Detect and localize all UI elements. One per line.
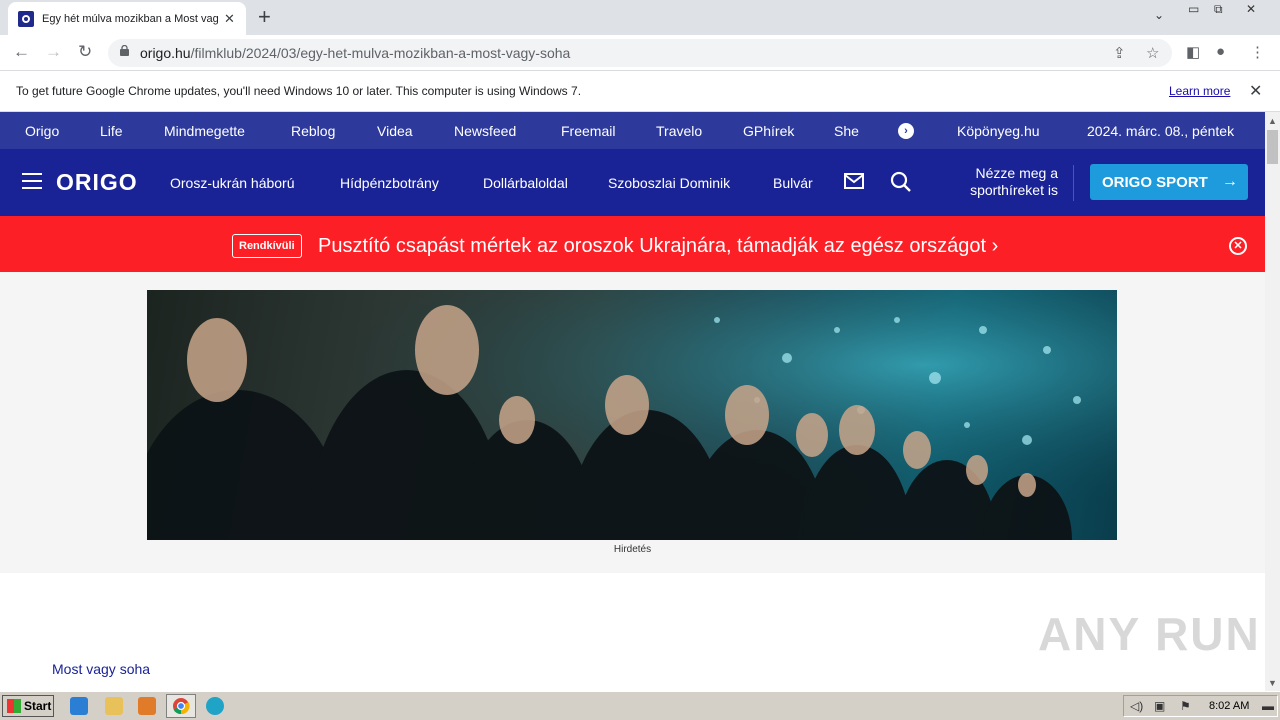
- tab-search-icon[interactable]: ⌄: [1154, 8, 1164, 22]
- topnav-item-freemail[interactable]: Freemail: [561, 123, 615, 139]
- origo-sport-label: ORIGO SPORT: [1102, 173, 1208, 191]
- mainnav-item-dollar-left[interactable]: Dollárbaloldal: [483, 175, 568, 191]
- topnav-date: 2024. márc. 08., péntek: [1087, 123, 1235, 139]
- start-button[interactable]: Start: [2, 695, 54, 717]
- window-close-icon[interactable]: ✕: [1246, 2, 1256, 16]
- ad-image-cinema-audience[interactable]: [147, 290, 1117, 540]
- web-page: Origo Life Mindmegette Reblog Videa News…: [0, 112, 1265, 691]
- system-tray: ◁) ▣ ⚑ ▬: [1123, 695, 1278, 717]
- internet-explorer-icon[interactable]: [70, 697, 88, 715]
- update-infobar: To get future Google Chrome updates, you…: [0, 71, 1280, 112]
- show-desktop-icon[interactable]: ▬: [1262, 699, 1274, 713]
- breaking-news-bar[interactable]: Rendkívüli Pusztító csapást mértek az or…: [0, 216, 1265, 272]
- topnav-item-life[interactable]: Life: [100, 123, 123, 139]
- new-tab-icon[interactable]: +: [258, 6, 271, 28]
- breaking-badge: Rendkívüli: [232, 234, 302, 258]
- hamburger-menu-icon[interactable]: [22, 173, 42, 189]
- taskbar-clock[interactable]: 8:02 AM: [1209, 700, 1249, 712]
- chrome-taskbar-button[interactable]: [166, 694, 196, 718]
- breaking-close-icon[interactable]: ✕: [1229, 237, 1247, 255]
- restore-icon[interactable]: ⧉: [1214, 2, 1223, 17]
- topnav-item-reblog[interactable]: Reblog: [291, 123, 335, 139]
- mainnav-item-war[interactable]: Orosz-ukrán háború: [170, 175, 295, 191]
- tab-strip: Egy hét múlva mozikban a Most vagy soha …: [0, 0, 1280, 35]
- browser-toolbar: ← → ↻ origo.hu/filmklub/2024/03/egy-het-…: [0, 35, 1280, 71]
- nav-divider: [1073, 165, 1074, 201]
- action-center-flag-icon[interactable]: ⚑: [1180, 699, 1191, 713]
- mainnav-item-bridge-scandal[interactable]: Hídpénzbotrány: [340, 175, 439, 191]
- topnav-item-mindmegette[interactable]: Mindmegette: [164, 123, 245, 139]
- ad-zone: Hirdetés: [0, 272, 1265, 573]
- lock-icon: [120, 45, 129, 56]
- arrow-right-icon: →: [1221, 173, 1238, 190]
- scroll-thumb[interactable]: [1267, 130, 1278, 164]
- scroll-up-icon[interactable]: ▲: [1268, 116, 1277, 126]
- start-label: Start: [24, 699, 52, 713]
- main-nav: ORIGO Orosz-ukrán háború Hídpénzbotrány …: [0, 149, 1265, 216]
- menu-kebab-icon[interactable]: ⋮: [1250, 43, 1265, 61]
- search-icon[interactable]: [890, 171, 912, 193]
- tab-close-icon[interactable]: ✕: [224, 11, 235, 27]
- breaking-headline[interactable]: Pusztító csapást mértek az oroszok Ukraj…: [318, 235, 998, 258]
- page-scrollbar[interactable]: ▲ ▼: [1265, 112, 1280, 691]
- origo-favicon-icon: [18, 10, 34, 27]
- forward-icon[interactable]: →: [45, 42, 62, 62]
- media-player-icon[interactable]: [138, 697, 156, 715]
- windows-logo-icon: [7, 699, 21, 713]
- infobar-close-icon[interactable]: ✕: [1249, 81, 1262, 101]
- topnav-item-origo[interactable]: Origo: [25, 123, 59, 139]
- sport-promo-text: Nézze meg a sporthíreket is: [970, 165, 1058, 198]
- side-panel-icon[interactable]: ◧: [1186, 43, 1200, 61]
- profile-icon[interactable]: ●: [1216, 43, 1225, 60]
- topnav-item-videa[interactable]: Videa: [377, 123, 413, 139]
- origo-logo[interactable]: ORIGO: [56, 169, 138, 196]
- learn-more-link[interactable]: Learn more: [1169, 84, 1230, 98]
- topnav-item-she[interactable]: She: [834, 123, 859, 139]
- mail-icon[interactable]: [844, 173, 864, 189]
- portal-top-nav: Origo Life Mindmegette Reblog Videa News…: [0, 112, 1265, 149]
- address-bar[interactable]: origo.hu/filmklub/2024/03/egy-het-mulva-…: [108, 39, 1172, 67]
- topnav-item-kopenyeg[interactable]: Köpönyeg.hu: [957, 123, 1040, 139]
- file-explorer-icon[interactable]: [105, 697, 123, 715]
- topnav-item-newsfeed[interactable]: Newsfeed: [454, 123, 516, 139]
- mainnav-item-szoboszlai[interactable]: Szoboszlai Dominik: [608, 175, 730, 191]
- mainnav-item-bulvar[interactable]: Bulvár: [773, 175, 813, 191]
- topnav-item-gphirek[interactable]: GPhírek: [743, 123, 794, 139]
- browser-tab[interactable]: Egy hét múlva mozikban a Most vagy soha …: [8, 2, 246, 35]
- url-text: origo.hu/filmklub/2024/03/egy-het-mulva-…: [140, 45, 571, 61]
- reload-icon[interactable]: ↻: [78, 42, 92, 62]
- infobar-message: To get future Google Chrome updates, you…: [16, 84, 582, 98]
- topnav-item-travelo[interactable]: Travelo: [656, 123, 702, 139]
- anyrun-watermark: ANY RUN: [1038, 608, 1261, 660]
- share-icon[interactable]: ⇪: [1113, 44, 1126, 62]
- tab-title: Egy hét múlva mozikban a Most vagy soha: [42, 12, 218, 25]
- ad-label: Hirdetés: [613, 544, 652, 555]
- scroll-down-icon[interactable]: ▼: [1268, 678, 1277, 688]
- edge-icon[interactable]: [206, 697, 224, 715]
- back-icon[interactable]: ←: [13, 42, 30, 62]
- windows-taskbar: Start ◁) ▣ ⚑ ▬ 8:02 AM: [0, 691, 1280, 720]
- minimize-icon[interactable]: ▭: [1188, 2, 1199, 16]
- topnav-more-arrow-icon[interactable]: ›: [898, 123, 914, 139]
- network-icon[interactable]: ▣: [1154, 699, 1165, 713]
- chrome-icon: [173, 698, 190, 715]
- origo-sport-button[interactable]: ORIGO SPORT →: [1090, 164, 1248, 200]
- bookmark-star-icon[interactable]: ☆: [1146, 44, 1159, 62]
- article-breadcrumb[interactable]: Most vagy soha: [52, 661, 150, 677]
- speaker-icon[interactable]: ◁): [1130, 699, 1143, 713]
